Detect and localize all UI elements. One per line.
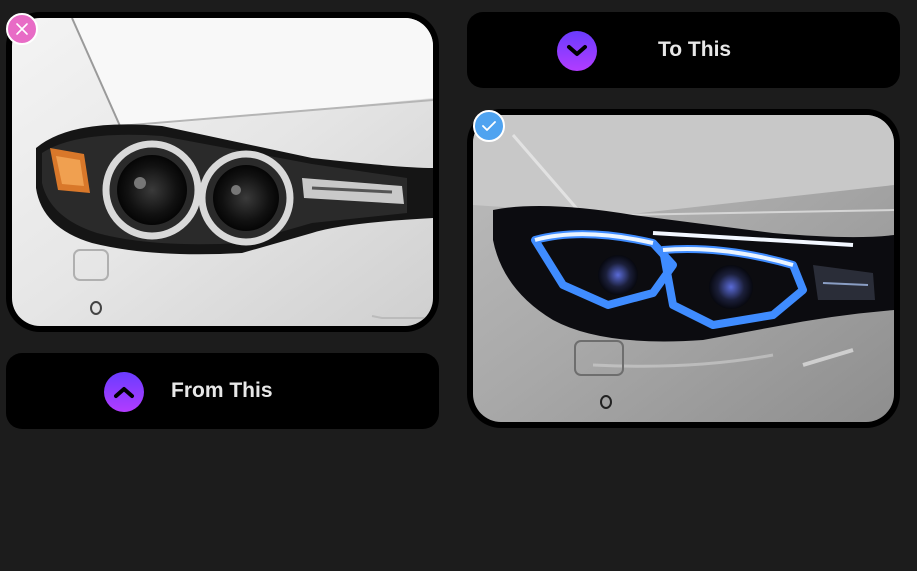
close-icon	[16, 23, 28, 35]
chevron-down-icon	[557, 31, 597, 71]
check-badge	[473, 110, 505, 142]
after-headlight-image	[473, 115, 894, 422]
from-this-label-bar: From This	[6, 353, 439, 429]
after-headlight-illustration	[473, 115, 894, 422]
before-image-frame	[6, 12, 439, 332]
before-headlight-illustration	[12, 18, 433, 326]
from-this-label: From This	[171, 379, 273, 402]
to-this-label: To This	[658, 38, 732, 61]
chevron-up-icon	[104, 372, 144, 412]
to-this-label-bar: To This	[467, 12, 900, 88]
comparison-stage: From This To This	[0, 0, 917, 571]
check-icon	[482, 121, 496, 131]
before-headlight-image	[12, 18, 433, 326]
close-badge	[6, 13, 38, 45]
after-image-frame	[467, 109, 900, 428]
